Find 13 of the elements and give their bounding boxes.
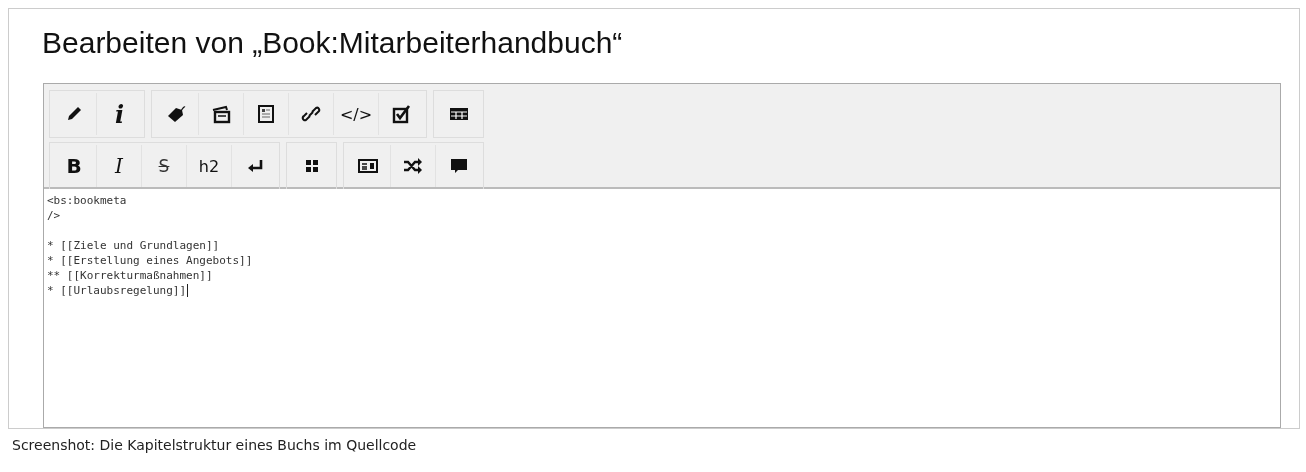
comment-icon [448, 156, 469, 176]
source-code-line: * [[Urlaubsregelung]] [47, 283, 187, 298]
text-cursor [187, 284, 189, 297]
cards-icon [211, 104, 231, 124]
checkbox-icon [391, 104, 412, 124]
shuffle-icon [403, 156, 423, 176]
page-heading: Bearbeiten von „Book:Mitarbeiterhandbuch“ [42, 25, 624, 61]
link-icon [301, 104, 321, 124]
tag-icon [166, 104, 186, 124]
document-icon [256, 104, 276, 124]
image-caption: Screenshot: Die Kapitelstruktur eines Buchs im Quellcode [8, 428, 1300, 461]
source-code-text: <bs:bookmeta /> * [[Ziele und Grundlagen]] * [[Erstellung eines Angebots]] ** [[Korrekturmaßnahmen]] [47, 193, 253, 283]
id-card-icon [358, 156, 378, 176]
